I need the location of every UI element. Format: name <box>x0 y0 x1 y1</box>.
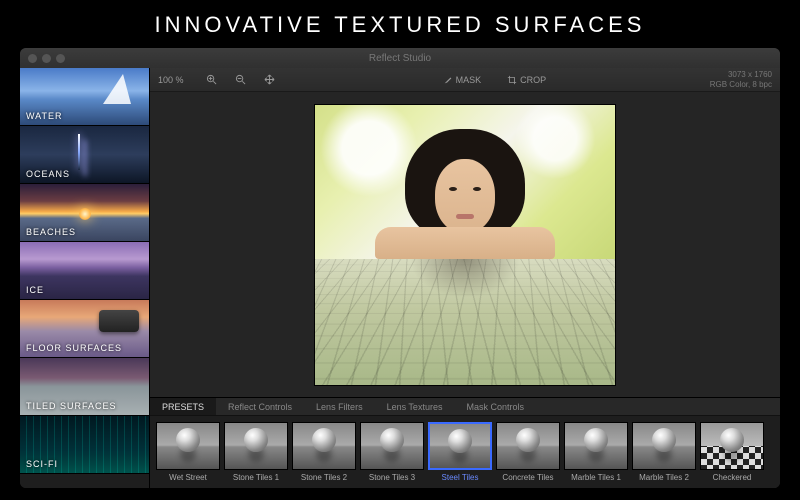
category-label: TILED SURFACES <box>26 401 117 411</box>
move-icon <box>264 74 275 85</box>
preset-label: Marble Tiles 1 <box>564 473 628 482</box>
marketing-tagline: INNOVATIVE TEXTURED SURFACES <box>0 0 800 48</box>
zoom-level[interactable]: 100 % <box>158 75 192 85</box>
tab-presets[interactable]: PRESETS <box>150 398 216 415</box>
preset-label: Marble Tiles 2 <box>632 473 696 482</box>
preset-thumb <box>496 422 560 470</box>
category-ice[interactable]: ICE <box>20 242 149 300</box>
category-oceans[interactable]: OCEANS <box>20 126 149 184</box>
preset-label: Stone Tiles 3 <box>360 473 424 482</box>
zoom-icon[interactable] <box>56 54 65 63</box>
preset-label: Wet Street <box>156 473 220 482</box>
crop-button[interactable]: CROP <box>503 73 550 87</box>
image-color-mode: RGB Color, 8 bpc <box>710 80 772 90</box>
preset-thumb <box>292 422 356 470</box>
main-panel: 100 % MASK C <box>150 68 780 488</box>
category-tiled-surfaces[interactable]: TILED SURFACES <box>20 358 149 416</box>
app-window: Reflect Studio WATER OCEANS BEACHES ICE <box>20 48 780 488</box>
zoom-out-button[interactable] <box>231 72 250 87</box>
category-label: WATER <box>26 111 63 121</box>
category-label: OCEANS <box>26 169 70 179</box>
window-titlebar: Reflect Studio <box>20 48 780 68</box>
preset-label: Stone Tiles 2 <box>292 473 356 482</box>
canvas-area[interactable] <box>150 92 780 397</box>
image-dimensions: 3073 x 1760 <box>710 70 772 80</box>
preset-thumb <box>156 422 220 470</box>
panel-tabs: PRESETS Reflect Controls Lens Filters Le… <box>150 398 780 416</box>
category-beaches[interactable]: BEACHES <box>20 184 149 242</box>
category-sidebar[interactable]: WATER OCEANS BEACHES ICE FLOOR SURFACES … <box>20 68 150 488</box>
minimize-icon[interactable] <box>42 54 51 63</box>
preset-item[interactable]: Wet Street <box>156 422 220 482</box>
tab-lens-textures[interactable]: Lens Textures <box>375 398 455 415</box>
close-icon[interactable] <box>28 54 37 63</box>
reflection-surface <box>315 259 615 385</box>
tab-mask-controls[interactable]: Mask Controls <box>454 398 536 415</box>
preset-thumb <box>632 422 696 470</box>
brush-icon <box>443 75 453 85</box>
preset-strip[interactable]: Wet Street Stone Tiles 1 Stone Tiles 2 S… <box>150 416 780 488</box>
image-info: 3073 x 1760 RGB Color, 8 bpc <box>710 70 772 89</box>
bottom-panel: PRESETS Reflect Controls Lens Filters Le… <box>150 397 780 488</box>
preset-item[interactable]: Stone Tiles 2 <box>292 422 356 482</box>
preset-item[interactable]: Marble Tiles 1 <box>564 422 628 482</box>
category-floor-surfaces[interactable]: FLOOR SURFACES <box>20 300 149 358</box>
category-label: ICE <box>26 285 44 295</box>
category-scifi[interactable]: SCI-FI <box>20 416 149 474</box>
preset-thumb <box>360 422 424 470</box>
preset-item-selected[interactable]: Steel Tiles <box>428 422 492 482</box>
tab-reflect-controls[interactable]: Reflect Controls <box>216 398 304 415</box>
preset-label: Checkered <box>700 473 764 482</box>
zoom-in-icon <box>206 74 217 85</box>
window-controls[interactable] <box>28 54 65 63</box>
mask-button[interactable]: MASK <box>439 73 486 87</box>
category-label: SCI-FI <box>26 459 58 469</box>
preset-item[interactable]: Stone Tiles 3 <box>360 422 424 482</box>
photo-subject <box>315 105 615 259</box>
preset-label: Steel Tiles <box>428 473 492 482</box>
zoom-in-button[interactable] <box>202 72 221 87</box>
preset-item[interactable]: Concrete Tiles <box>496 422 560 482</box>
preview-image <box>315 105 615 385</box>
crop-icon <box>507 75 517 85</box>
pan-button[interactable] <box>260 72 279 87</box>
preset-thumb <box>428 422 492 470</box>
mask-label: MASK <box>456 75 482 85</box>
category-label: BEACHES <box>26 227 76 237</box>
preset-label: Stone Tiles 1 <box>224 473 288 482</box>
category-label: FLOOR SURFACES <box>26 343 122 353</box>
preset-thumb <box>700 422 764 470</box>
preset-item[interactable]: Marble Tiles 2 <box>632 422 696 482</box>
category-water[interactable]: WATER <box>20 68 149 126</box>
toolbar: 100 % MASK C <box>150 68 780 92</box>
tab-lens-filters[interactable]: Lens Filters <box>304 398 375 415</box>
preset-thumb <box>564 422 628 470</box>
preset-item[interactable]: Stone Tiles 1 <box>224 422 288 482</box>
preset-item[interactable]: Checkered <box>700 422 764 482</box>
crop-label: CROP <box>520 75 546 85</box>
preset-label: Concrete Tiles <box>496 473 560 482</box>
preset-thumb <box>224 422 288 470</box>
window-title: Reflect Studio <box>20 53 780 64</box>
zoom-out-icon <box>235 74 246 85</box>
